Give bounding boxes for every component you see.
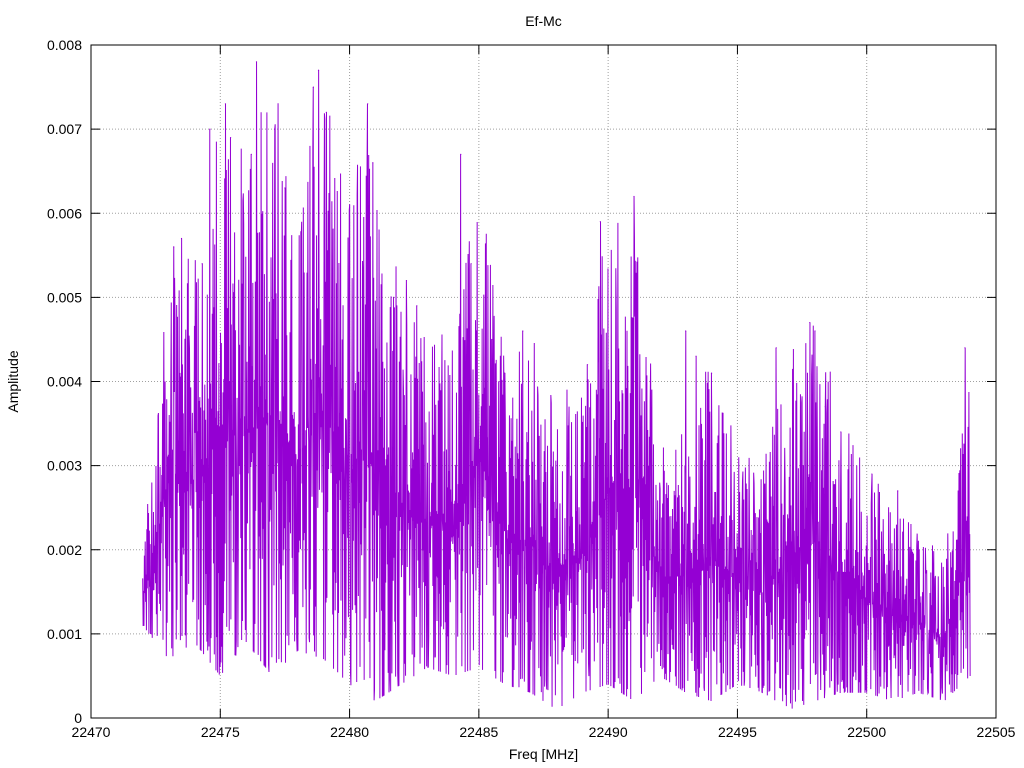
peak-point bbox=[586, 364, 589, 366]
peak-point bbox=[284, 187, 286, 189]
peak-point bbox=[964, 347, 966, 349]
peak-point bbox=[173, 246, 175, 248]
peak-point bbox=[273, 128, 276, 130]
peak-point bbox=[180, 237, 183, 240]
y-tick-label: 0.003 bbox=[47, 458, 82, 474]
peak-point bbox=[312, 86, 314, 88]
y-tick-label: 0.006 bbox=[47, 205, 82, 221]
peak-point bbox=[367, 103, 369, 105]
peak-point bbox=[897, 490, 899, 492]
peak-point bbox=[201, 263, 203, 265]
peak-point bbox=[348, 204, 351, 206]
x-tick-label: 22480 bbox=[330, 724, 369, 740]
peak-point bbox=[599, 221, 601, 223]
peak-point bbox=[224, 103, 227, 105]
peak-point bbox=[405, 279, 408, 282]
peak-point bbox=[230, 136, 232, 139]
peak-point bbox=[325, 111, 327, 113]
peak-point bbox=[775, 347, 777, 349]
peak-point bbox=[416, 305, 418, 307]
y-tick-label: 0.001 bbox=[47, 626, 82, 642]
chart-title: Ef-Mc bbox=[525, 13, 562, 29]
x-tick-label: 22490 bbox=[589, 724, 628, 740]
peak-point bbox=[491, 338, 493, 341]
x-axis-label: Freq [MHz] bbox=[509, 746, 578, 762]
peak-point bbox=[814, 330, 816, 332]
peak-point bbox=[460, 153, 462, 155]
peak-point bbox=[522, 330, 524, 332]
peak-point bbox=[470, 263, 472, 265]
y-tick-label: 0.007 bbox=[47, 121, 82, 137]
peak-point bbox=[372, 162, 374, 164]
x-tick-label: 22475 bbox=[201, 724, 240, 740]
peak-point bbox=[685, 330, 687, 332]
peak-point bbox=[209, 128, 211, 130]
y-tick-label: 0.008 bbox=[47, 37, 82, 53]
x-tick-label: 22470 bbox=[72, 724, 111, 740]
peak-point bbox=[824, 406, 826, 408]
series-layer bbox=[142, 61, 971, 709]
peak-point bbox=[317, 69, 320, 71]
peak-point bbox=[255, 61, 258, 63]
y-tick-label: 0.002 bbox=[47, 542, 82, 558]
peak-point bbox=[840, 431, 842, 433]
x-tick-label: 22505 bbox=[977, 724, 1016, 740]
peak-point bbox=[809, 322, 811, 324]
x-tick-label: 22485 bbox=[459, 724, 498, 740]
peak-point bbox=[871, 473, 873, 475]
peak-point bbox=[504, 372, 506, 374]
x-tick-label: 22495 bbox=[718, 724, 757, 740]
peak-point bbox=[710, 372, 713, 374]
y-tick-label: 0.004 bbox=[47, 374, 82, 390]
peak-point bbox=[695, 355, 697, 357]
y-tick-label: 0.005 bbox=[47, 289, 82, 305]
chart: 00.0010.0020.0030.0040.0050.0060.0070.00… bbox=[5, 13, 1016, 762]
peak-point bbox=[250, 153, 252, 155]
y-axis-label: Amplitude bbox=[5, 350, 21, 412]
x-tick-label: 22500 bbox=[847, 724, 886, 740]
peak-point bbox=[633, 195, 635, 198]
peak-point bbox=[392, 296, 395, 298]
series-line bbox=[142, 61, 971, 709]
